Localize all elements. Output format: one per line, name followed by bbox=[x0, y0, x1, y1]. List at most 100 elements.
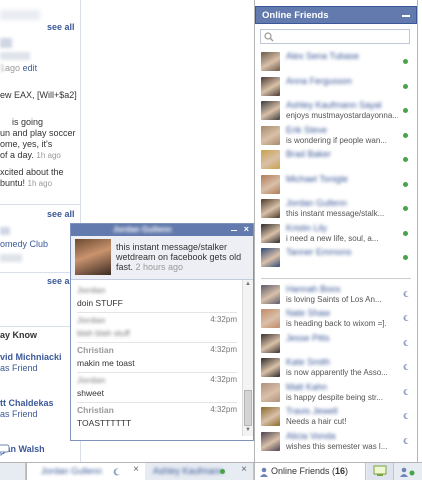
friend-row[interactable]: Travis Jewell Needs a hair cut! bbox=[255, 405, 417, 429]
chat-tab-name: Jordan Gullenn bbox=[41, 466, 103, 476]
see-all-link[interactable]: see all bbox=[47, 22, 75, 32]
see-all-link[interactable]: see all bbox=[47, 209, 75, 219]
chat-contact-name[interactable]: Jordan Gullenn bbox=[113, 225, 172, 234]
friend-row[interactable]: Jesse Pitts bbox=[255, 332, 417, 356]
event-link[interactable]: omedy Club bbox=[0, 239, 48, 250]
scroll-thumb[interactable] bbox=[244, 390, 252, 426]
friend-name: Ashley Kaufmann Sayal bbox=[286, 100, 382, 110]
message-sender: Jordan bbox=[77, 375, 106, 385]
online-dot-icon bbox=[220, 469, 225, 474]
friend-status: wishes this semester was l... bbox=[286, 441, 388, 451]
message-sender: Jordan bbox=[77, 315, 106, 325]
feed-blurred-text bbox=[0, 52, 30, 60]
minimize-icon[interactable] bbox=[231, 230, 237, 231]
friend-search-input[interactable] bbox=[260, 29, 410, 44]
status-tab[interactable] bbox=[395, 463, 422, 480]
friend-row[interactable]: Michael Tonigle bbox=[255, 173, 417, 197]
message-time: 4:32pm bbox=[210, 315, 237, 324]
scroll-up-icon[interactable]: ▲ bbox=[244, 281, 252, 288]
friend-row[interactable]: Ashley Kaufmann Sayal enjoys mustmayostar… bbox=[255, 99, 417, 123]
online-dot-icon bbox=[403, 230, 408, 236]
friend-row[interactable]: Hannah Boos is loving Saints of Los An... bbox=[255, 283, 417, 307]
friend-avatar bbox=[261, 125, 280, 145]
friend-status: is now apparently the Asso... bbox=[286, 368, 388, 377]
friend-avatar bbox=[261, 76, 280, 96]
feed-blurred-text bbox=[0, 38, 12, 48]
friend-avatar bbox=[261, 333, 280, 353]
online-friends-header[interactable]: Online Friends bbox=[255, 6, 417, 24]
suggested-person-name[interactable]: tt Chaldekas bbox=[0, 398, 54, 409]
friend-name: Brad Baker bbox=[286, 149, 332, 159]
online-dot-icon bbox=[403, 181, 408, 187]
message-divider bbox=[77, 342, 237, 343]
friend-status: is loving Saints of Los An... bbox=[286, 294, 382, 304]
online-friends-tab[interactable]: Online Friends (16) bbox=[254, 463, 366, 480]
online-dot-icon bbox=[403, 157, 408, 162]
close-tab-icon[interactable]: × bbox=[133, 464, 139, 475]
close-icon[interactable]: × bbox=[244, 224, 249, 234]
friend-row[interactable]: Tanner Emmons bbox=[255, 246, 417, 270]
notifications-icon bbox=[373, 465, 387, 476]
suggested-person-name[interactable]: vid Michniacki bbox=[0, 352, 62, 363]
chat-scrollbar[interactable]: ▲ ▼ bbox=[242, 280, 253, 436]
chat-tab[interactable]: Ashley Kaufmann × bbox=[145, 463, 254, 480]
friend-row[interactable]: Brad Baker bbox=[255, 148, 417, 172]
friend-row[interactable]: Nate Shaw is heading back to wixom =]. bbox=[255, 307, 417, 331]
feed-text: buntu! 1h ago bbox=[0, 178, 53, 188]
close-tab-icon[interactable]: × bbox=[241, 464, 247, 475]
feed-meta: 1ago edit bbox=[0, 63, 38, 73]
notifications-tab[interactable] bbox=[367, 463, 394, 480]
online-dot-icon bbox=[403, 59, 408, 64]
friend-avatar bbox=[261, 174, 280, 194]
chat-tab-name: Ashley Kaufmann bbox=[153, 466, 224, 476]
friend-name: Nate Shaw bbox=[286, 308, 331, 318]
add-as-friend-link[interactable]: as Friend bbox=[0, 409, 38, 420]
friend-row[interactable]: Kristin Lily i need a new life, soul, a..… bbox=[255, 222, 417, 246]
friend-avatar bbox=[261, 309, 280, 328]
friend-avatar bbox=[261, 358, 280, 377]
feed-text: of a day. 1h ago bbox=[0, 150, 61, 160]
friend-avatar bbox=[261, 431, 280, 451]
friend-avatar bbox=[261, 52, 280, 71]
friend-row[interactable]: Kate Smith is now apparently the Asso... bbox=[255, 356, 417, 380]
message-sender: Christian bbox=[77, 405, 114, 415]
friend-name: Matt Kahn bbox=[286, 381, 328, 392]
friend-avatar bbox=[261, 199, 280, 218]
message-time: 4:32pm bbox=[210, 375, 237, 384]
friend-row[interactable]: Erik Steve is wondering if people wan... bbox=[255, 124, 417, 148]
friend-name: Travis Jewell bbox=[286, 406, 338, 416]
feed-item-blurred bbox=[0, 10, 40, 20]
friend-name: Alicia Vonda bbox=[286, 430, 336, 441]
chat-titlebar[interactable]: Jordan Gullenn × bbox=[71, 224, 253, 236]
friend-status: is heading back to wixom =]. bbox=[286, 319, 387, 328]
friends-icon bbox=[260, 467, 268, 477]
search-icon bbox=[264, 32, 274, 42]
friend-row[interactable]: Jordan Gullenn this instant message/stalk… bbox=[255, 197, 417, 221]
feed-blurred-text bbox=[0, 254, 22, 262]
message-sender: Jordan bbox=[77, 285, 106, 295]
friend-row[interactable]: Alex Sena Tubase bbox=[255, 50, 417, 74]
friend-row[interactable]: Matt Kahn is happy despite being str... bbox=[255, 381, 417, 405]
idle-moon-icon bbox=[403, 339, 409, 346]
friend-row[interactable]: Anna Fergusson bbox=[255, 75, 417, 99]
online-dot-icon bbox=[403, 108, 408, 113]
status-time: 2 hours ago bbox=[135, 262, 184, 272]
friend-name: Tanner Emmons bbox=[286, 247, 352, 257]
friend-name: Alex Sena Tubase bbox=[286, 51, 360, 61]
friend-status: this instant message/stalk... bbox=[286, 209, 385, 218]
friend-avatar bbox=[261, 101, 280, 120]
chat-tab-active[interactable]: Jordan Gullenn × bbox=[0, 444, 146, 480]
contact-avatar[interactable] bbox=[75, 239, 111, 275]
add-as-friend-link[interactable]: as Friend bbox=[0, 363, 38, 374]
minimize-icon[interactable] bbox=[402, 15, 410, 17]
online-friends-panel: Online Friends Alex Sena Tubase Anna Ferg… bbox=[254, 0, 418, 462]
friend-name: Erik Steve bbox=[286, 124, 328, 135]
friend-avatar bbox=[261, 248, 280, 267]
scroll-down-icon[interactable]: ▼ bbox=[244, 427, 252, 434]
edit-link[interactable]: edit bbox=[23, 63, 38, 73]
feed-text: xcited about the bbox=[0, 167, 64, 177]
chat-bubble-icon[interactable] bbox=[0, 444, 11, 456]
friend-row[interactable]: Alicia Vonda wishes this semester was l..… bbox=[255, 430, 417, 454]
online-count: 16 bbox=[335, 466, 346, 476]
friend-status: i need a new life, soul, a... bbox=[286, 233, 379, 243]
